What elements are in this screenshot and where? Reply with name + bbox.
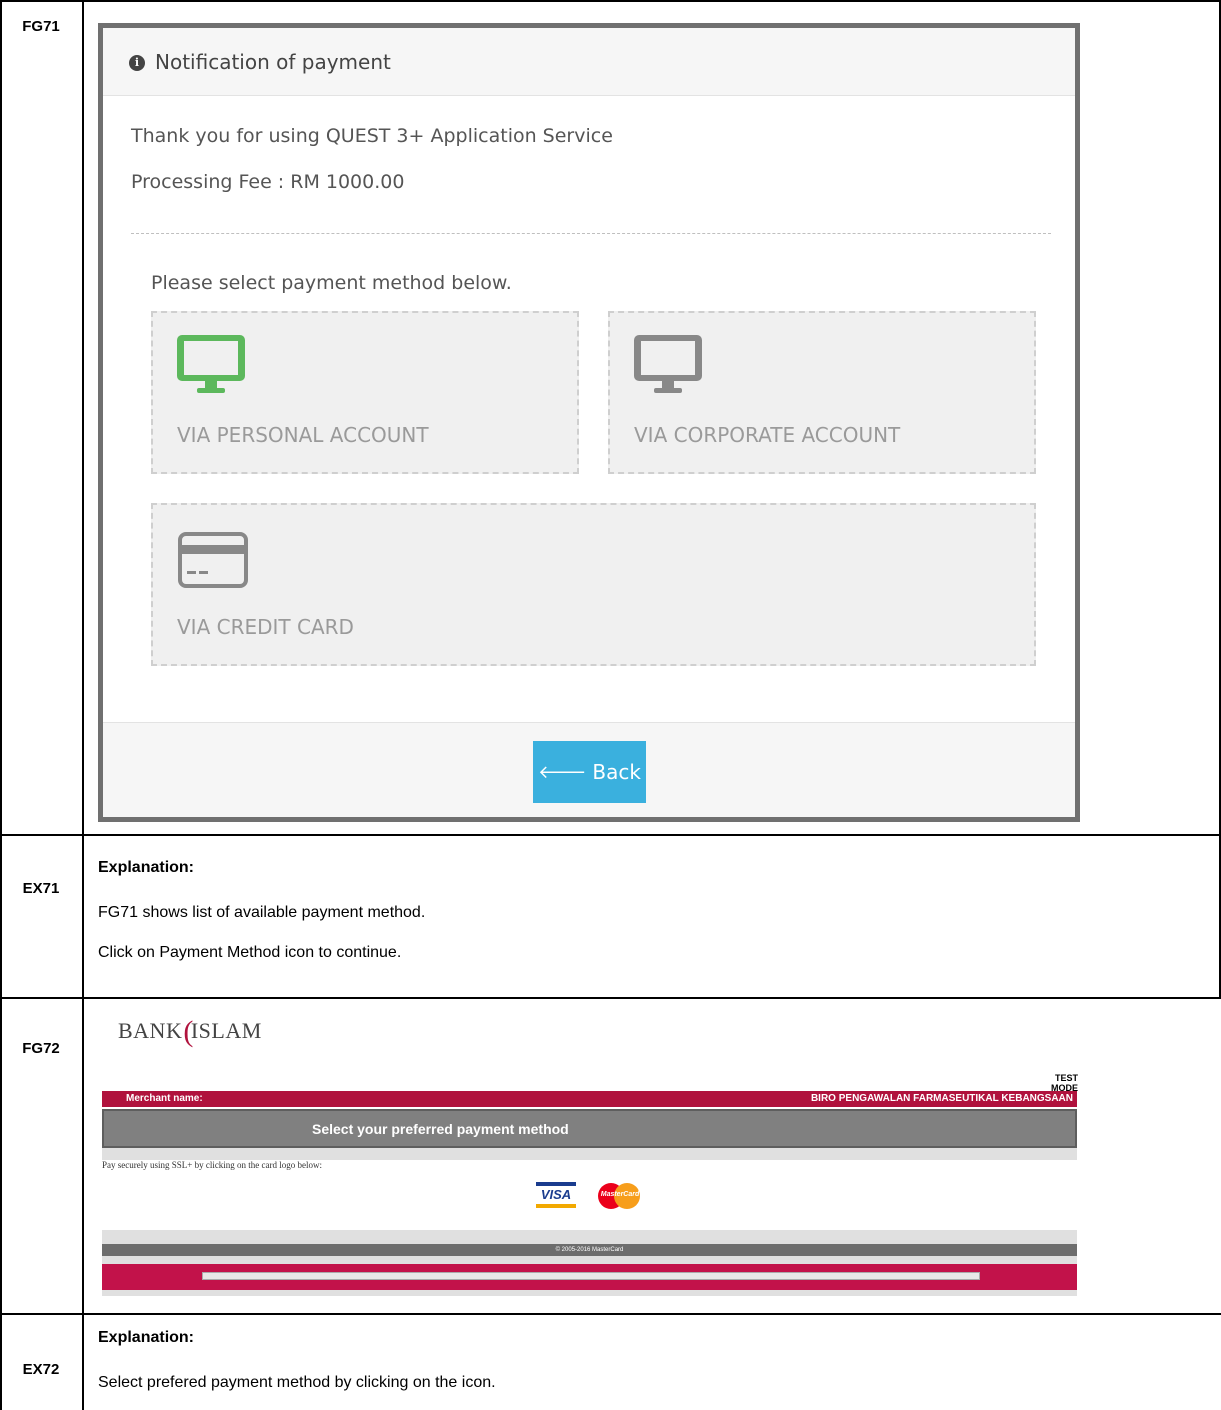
back-button[interactable]: 🡐 Back <box>533 741 646 803</box>
ssl-instruction-text: Pay securely using SSL+ by clicking on t… <box>102 1160 323 1170</box>
corporate-account-label: VIA CORPORATE ACCOUNT <box>634 423 901 447</box>
monitor-icon <box>177 335 245 393</box>
panel-title: Notification of payment <box>155 50 391 74</box>
credit-card-icon <box>178 532 248 588</box>
personal-account-label: VIA PERSONAL ACCOUNT <box>177 423 429 447</box>
ex72-line-1: Select prefered payment method by clicki… <box>98 1374 496 1391</box>
table-top-border <box>0 0 1221 2</box>
panel-footer: 🡐 Back <box>103 722 1075 817</box>
bottom-bar <box>102 1264 1077 1290</box>
ex71-line-1: FG71 shows list of available payment met… <box>98 904 426 921</box>
scrollbar[interactable] <box>202 1272 980 1280</box>
processing-fee-text: Processing Fee : RM 1000.00 <box>131 171 405 193</box>
table-row-divider <box>0 834 1221 836</box>
row-label-fg71: FG71 <box>22 18 60 35</box>
back-button-label: Back <box>592 760 641 784</box>
row-label-ex72: EX72 <box>22 1361 60 1378</box>
info-icon: i <box>129 55 145 71</box>
merchant-name-value: BIRO PENGAWALAN FARMASEUTIKAL KEBANGSAAN <box>810 1093 1073 1104</box>
payment-notification-panel: i Notification of payment Thank you for … <box>98 23 1080 822</box>
test-mode-label: TEST MODE <box>1051 1073 1078 1093</box>
ex72-heading: Explanation: <box>98 1329 195 1346</box>
personal-account-option[interactable]: VIA PERSONAL ACCOUNT <box>151 311 579 474</box>
merchant-bar: Merchant name: BIRO PENGAWALAN FARMASEUT… <box>102 1091 1077 1107</box>
select-method-prompt: Please select payment method below. <box>151 272 512 294</box>
ex71-line-2: Click on Payment Method icon to continue… <box>98 944 402 961</box>
table-left-border <box>0 0 2 1410</box>
mastercard-logo[interactable]: MasterCard <box>598 1183 642 1209</box>
grey-strip <box>102 1148 1077 1160</box>
arrow-left-icon: 🡐 <box>538 761 587 783</box>
row-label-ex71: EX71 <box>22 880 60 897</box>
panel-header: i Notification of payment <box>103 28 1075 96</box>
merchant-name-label: Merchant name: <box>126 1093 203 1104</box>
row-label-fg72: FG72 <box>22 1040 60 1057</box>
credit-card-label: VIA CREDIT CARD <box>177 615 354 639</box>
ex71-heading: Explanation: <box>98 859 195 876</box>
visa-card-logo[interactable]: VISA <box>536 1182 576 1208</box>
grey-strip <box>102 1256 1077 1264</box>
grey-strip <box>102 1230 1077 1244</box>
thank-you-text: Thank you for using QUEST 3+ Application… <box>131 125 613 147</box>
table-row-divider <box>0 1313 1221 1315</box>
table-column-divider <box>82 0 84 1410</box>
copyright-bar: © 2005-2016 MasterCard <box>102 1244 1077 1256</box>
dashed-divider <box>131 233 1051 234</box>
corporate-account-option[interactable]: VIA CORPORATE ACCOUNT <box>608 311 1036 474</box>
bank-islam-logo: BANK(ISLAM <box>118 1015 262 1048</box>
select-payment-heading: Select your preferred payment method <box>102 1109 1077 1148</box>
monitor-icon <box>634 335 702 393</box>
credit-card-option[interactable]: VIA CREDIT CARD <box>151 503 1036 666</box>
grey-strip <box>102 1290 1077 1296</box>
table-row-divider <box>0 997 1221 999</box>
